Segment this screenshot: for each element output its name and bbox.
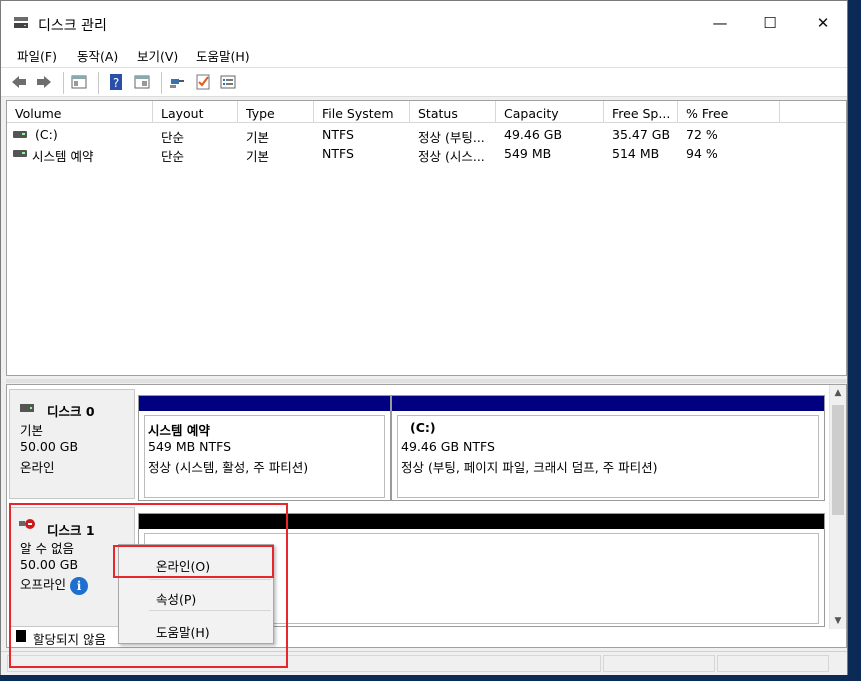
partition-size: 549 MB NTFS [148, 439, 232, 454]
menu-bar: 파일(F) 동작(A) 보기(V) 도움말(H) [1, 41, 847, 67]
maximize-button[interactable]: ☐ [748, 9, 792, 37]
close-button[interactable]: ✕ [801, 9, 845, 37]
help-icon[interactable]: ? [107, 73, 125, 91]
disk-0-type: 기본 [20, 423, 44, 438]
menu-file[interactable]: 파일(F) [17, 46, 57, 65]
menu-help[interactable]: 도움말(H) [196, 46, 250, 65]
title-bar: 디스크 관리 — ☐ ✕ [1, 1, 847, 41]
back-arrow-icon[interactable] [10, 73, 28, 91]
forward-arrow-icon[interactable] [35, 73, 53, 91]
cell-type: 기본 [246, 149, 270, 164]
pane-splitter[interactable] [6, 379, 847, 383]
cell-percent-free: 72 % [686, 127, 718, 142]
cell-layout: 단순 [161, 149, 185, 164]
cell-volume: (C:) [35, 127, 58, 142]
scroll-up-arrow-icon[interactable]: ▲ [830, 385, 846, 401]
minimize-button[interactable]: — [698, 9, 742, 37]
toolbar: ? [1, 67, 847, 97]
svg-text:?: ? [113, 76, 119, 90]
column-header-percent-free[interactable]: % Free [678, 101, 780, 123]
cell-file-system: NTFS [322, 127, 354, 142]
disk-0-state: 온라인 [20, 460, 55, 475]
cell-status: 정상 (시스... [418, 149, 485, 164]
column-header-free-space[interactable]: Free Sp... [604, 101, 678, 123]
partition-status: 정상 (부팅, 페이지 파일, 크래시 덤프, 주 파티션) [401, 460, 658, 475]
connect-icon[interactable] [168, 73, 186, 91]
drive-icon [13, 150, 27, 157]
disk-0-name: 디스크 0 [47, 404, 95, 419]
partition-name: 시스템 예약 [148, 423, 210, 438]
window-title: 디스크 관리 [38, 18, 107, 34]
column-header-layout[interactable]: Layout [153, 101, 238, 123]
partition-c-drive[interactable]: (C:) 49.46 GB NTFS 정상 (부팅, 페이지 파일, 크래시 덤… [391, 395, 825, 501]
cell-file-system: NTFS [322, 146, 354, 161]
partition-size: 49.46 GB NTFS [401, 439, 495, 454]
cell-capacity: 49.46 GB [504, 127, 563, 142]
properties-icon[interactable] [133, 73, 151, 91]
column-header-empty [780, 101, 846, 123]
status-segment [717, 655, 829, 672]
cell-capacity: 549 MB [504, 146, 552, 161]
column-header-status[interactable]: Status [410, 101, 496, 123]
toolbar-divider [161, 72, 162, 94]
partition-color-bar [139, 396, 390, 411]
drive-icon [13, 131, 27, 138]
annotation-highlight-disk-1 [9, 503, 288, 668]
list-view-icon[interactable] [219, 73, 237, 91]
column-header-volume[interactable]: Volume [7, 101, 153, 123]
partition-status: 정상 (시스템, 활성, 주 파티션) [148, 460, 309, 475]
disk-0-label[interactable]: 디스크 0 기본 50.00 GB 온라인 [9, 389, 135, 499]
menu-action[interactable]: 동작(A) [77, 46, 118, 65]
column-header-file-system[interactable]: File System [314, 101, 410, 123]
column-header-type[interactable]: Type [238, 101, 314, 123]
scroll-down-arrow-icon[interactable]: ▼ [830, 613, 846, 629]
console-tree-icon[interactable] [70, 73, 88, 91]
cell-volume: 시스템 예약 [32, 149, 94, 164]
volume-list: Volume Layout Type File System Status Ca… [6, 100, 847, 376]
checklist-icon[interactable] [194, 73, 212, 91]
scroll-thumb[interactable] [832, 405, 844, 515]
table-row[interactable]: 시스템 예약 단순 기본 NTFS 정상 (시스... 549 MB 514 M… [7, 144, 846, 164]
disk-management-app-icon [14, 17, 28, 28]
status-segment [603, 655, 715, 672]
column-header-capacity[interactable]: Capacity [496, 101, 604, 123]
drive-icon [20, 404, 34, 412]
partition-color-bar [392, 396, 824, 411]
toolbar-divider [98, 72, 99, 94]
partition-name: (C:) [410, 420, 436, 435]
annotation-highlight-online-item [113, 545, 274, 578]
cell-percent-free: 94 % [686, 146, 718, 161]
partition-system-reserved[interactable]: 시스템 예약 549 MB NTFS 정상 (시스템, 활성, 주 파티션) [138, 395, 391, 501]
disk-0-size: 50.00 GB [20, 439, 79, 454]
cell-free-space: 35.47 GB [612, 127, 671, 142]
menu-view[interactable]: 보기(V) [137, 46, 178, 65]
cell-free-space: 514 MB [612, 146, 660, 161]
vertical-scrollbar[interactable]: ▲ ▼ [829, 385, 846, 629]
table-row[interactable]: (C:) 단순 기본 NTFS 정상 (부팅... 49.46 GB 35.47… [7, 125, 846, 145]
toolbar-divider [63, 72, 64, 94]
disk-management-window: 디스크 관리 — ☐ ✕ 파일(F) 동작(A) 보기(V) 도움말(H) ? … [0, 0, 848, 675]
